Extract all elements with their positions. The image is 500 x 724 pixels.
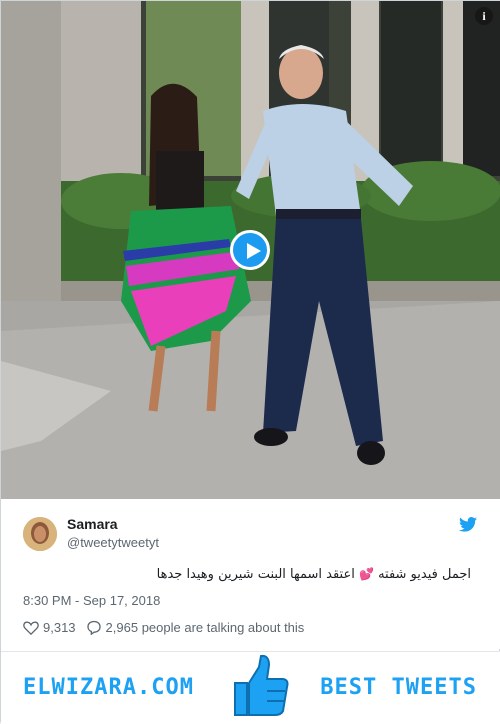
tweet-text-part-2: اعتقد اسمها البنت شيرين وهيدا جدها (156, 567, 355, 582)
reply-action[interactable]: 2,965 people are talking about this (86, 620, 305, 635)
brand-right-text[interactable]: BEST TWEETS (320, 675, 477, 700)
tweet-embed-card: i Samara @tweetytweetyt اجمل فيديو شفته … (0, 0, 500, 724)
tweet-text: اجمل فيديو شفته 💕 اعتقد اسمها البنت شيري… (21, 567, 471, 582)
brand-left-text[interactable]: ELWIZARA.COM (23, 675, 194, 700)
play-icon (247, 243, 261, 259)
tweet-timestamp[interactable]: 8:30 PM - Sep 17, 2018 (23, 593, 160, 608)
info-button[interactable]: i (475, 7, 493, 25)
like-count: 9,313 (43, 620, 76, 635)
video-media[interactable]: i (1, 1, 500, 499)
avatar[interactable] (23, 517, 57, 551)
play-button[interactable] (230, 230, 270, 270)
author-handle[interactable]: @tweetytweetyt (67, 535, 159, 550)
heart-emoji-icon: 💕 (358, 567, 374, 581)
tweet-text-part-1: اجمل فيديو شفته (378, 567, 471, 582)
speech-bubble-icon (86, 620, 101, 635)
talking-count: 2,965 people are talking about this (105, 620, 305, 635)
heart-icon (23, 621, 39, 635)
like-action[interactable]: 9,313 (23, 620, 76, 635)
author-name[interactable]: Samara (67, 516, 118, 532)
avatar-image (23, 517, 57, 551)
twitter-bird-icon[interactable] (459, 517, 477, 532)
tweet-stats: 9,313 2,965 people are talking about thi… (23, 620, 304, 635)
thumbs-up-icon (234, 654, 289, 716)
